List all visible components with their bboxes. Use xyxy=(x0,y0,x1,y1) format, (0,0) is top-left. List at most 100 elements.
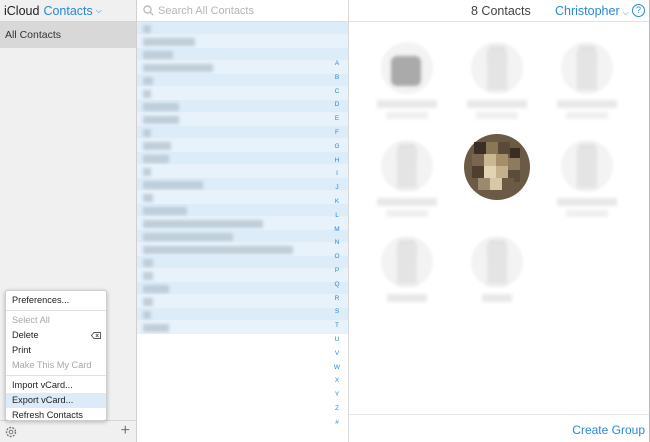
list-item[interactable] xyxy=(137,113,348,126)
avatar-photo-icon xyxy=(464,134,530,200)
index-letter[interactable]: U xyxy=(330,333,344,347)
list-item[interactable] xyxy=(137,61,348,74)
index-letter[interactable]: V xyxy=(330,347,344,361)
person-icon xyxy=(577,148,597,188)
list-item[interactable] xyxy=(137,100,348,113)
list-item[interactable] xyxy=(137,204,348,217)
apple-icon xyxy=(391,56,421,86)
menu-item-delete[interactable]: Delete xyxy=(6,328,106,343)
contact-card[interactable] xyxy=(374,42,440,124)
account-name: Christopher xyxy=(555,4,620,18)
menu-item-refresh-contacts[interactable]: Refresh Contacts xyxy=(6,408,106,423)
contact-list-pane: Search All Contacts A B C D E F G H I J … xyxy=(137,0,349,442)
menu-item-make-my-card: Make This My Card xyxy=(12,360,92,370)
settings-menu: Preferences... Select All Delete Print M… xyxy=(5,290,107,421)
search-field[interactable]: Search All Contacts xyxy=(137,0,348,22)
index-letter[interactable]: W xyxy=(330,361,344,375)
menu-item-print[interactable]: Print xyxy=(6,343,106,358)
index-letter[interactable]: R xyxy=(330,292,344,306)
list-item[interactable] xyxy=(137,217,348,230)
list-item[interactable] xyxy=(137,74,348,87)
contact-detail xyxy=(386,112,428,119)
list-item[interactable] xyxy=(137,48,348,61)
gear-icon[interactable] xyxy=(4,425,18,439)
contact-card[interactable] xyxy=(554,140,620,222)
menu-item-select-all: Select All xyxy=(12,315,50,325)
index-letter[interactable]: M xyxy=(330,223,344,237)
contact-card[interactable] xyxy=(374,140,440,222)
index-letter[interactable]: A xyxy=(330,57,344,71)
index-letter[interactable]: C xyxy=(330,85,344,99)
create-group-button[interactable]: Create Group xyxy=(572,423,645,437)
contact-card[interactable] xyxy=(554,42,620,124)
list-item[interactable] xyxy=(137,295,348,308)
chevron-down-icon[interactable]: ⌵ xyxy=(96,6,102,16)
index-letter[interactable]: N xyxy=(330,236,344,250)
menu-item-preferences[interactable]: Preferences... xyxy=(6,293,106,308)
contact-card[interactable] xyxy=(374,236,440,318)
list-item[interactable] xyxy=(137,139,348,152)
person-icon xyxy=(577,50,597,90)
chevron-down-icon: ⌵ xyxy=(622,8,629,17)
contact-detail xyxy=(566,210,608,217)
index-letter[interactable]: X xyxy=(330,374,344,388)
index-letter[interactable]: Q xyxy=(330,278,344,292)
person-icon xyxy=(487,244,507,284)
contact-card[interactable] xyxy=(464,134,530,216)
list-item[interactable] xyxy=(137,191,348,204)
contact-card[interactable] xyxy=(464,42,530,124)
help-button[interactable]: ? xyxy=(632,4,645,17)
contact-name xyxy=(557,198,617,206)
contact-name xyxy=(482,294,512,302)
list-item[interactable] xyxy=(137,126,348,139)
search-icon xyxy=(143,5,154,16)
contact-name xyxy=(377,198,437,206)
list-item[interactable] xyxy=(137,165,348,178)
index-letter[interactable]: E xyxy=(330,112,344,126)
index-letter[interactable]: T xyxy=(330,319,344,333)
contact-card[interactable] xyxy=(464,236,530,318)
contact-detail xyxy=(476,112,518,119)
index-letter[interactable]: K xyxy=(330,195,344,209)
main-header: 8 Contacts Christopher ⌵ ? xyxy=(349,0,649,22)
index-letter[interactable]: Y xyxy=(330,388,344,402)
index-letter[interactable]: # xyxy=(330,416,344,430)
index-letter[interactable]: P xyxy=(330,264,344,278)
add-contact-button[interactable]: + xyxy=(121,423,130,439)
index-letter[interactable]: G xyxy=(330,140,344,154)
index-letter[interactable]: Z xyxy=(330,402,344,416)
index-letter[interactable]: I xyxy=(330,167,344,181)
index-letter[interactable]: J xyxy=(330,181,344,195)
sidebar-item-all-contacts[interactable]: All Contacts xyxy=(0,22,136,48)
index-letter[interactable]: F xyxy=(330,126,344,140)
menu-item-export-vcard[interactable]: Export vCard... xyxy=(6,393,106,408)
contact-detail xyxy=(566,112,608,119)
index-letter[interactable]: O xyxy=(330,250,344,264)
list-item[interactable] xyxy=(137,243,348,256)
sidebar-footer: + xyxy=(0,420,136,442)
index-letter[interactable]: S xyxy=(330,305,344,319)
list-item[interactable] xyxy=(137,308,348,321)
icloud-brand: iCloud xyxy=(4,3,40,18)
menu-divider xyxy=(6,310,106,311)
main-pane: 8 Contacts Christopher ⌵ ? Create Group xyxy=(349,0,649,442)
index-letter[interactable]: H xyxy=(330,154,344,168)
list-item[interactable] xyxy=(137,35,348,48)
list-item[interactable] xyxy=(137,282,348,295)
list-item[interactable] xyxy=(137,152,348,165)
app-switcher[interactable]: Contacts xyxy=(43,4,92,18)
list-item[interactable] xyxy=(137,22,348,35)
list-item[interactable] xyxy=(137,87,348,100)
list-item[interactable] xyxy=(137,321,348,334)
list-item[interactable] xyxy=(137,269,348,282)
contact-detail xyxy=(386,210,428,217)
index-letter[interactable]: L xyxy=(330,209,344,223)
account-menu[interactable]: Christopher ⌵ xyxy=(555,4,629,18)
list-item[interactable] xyxy=(137,178,348,191)
index-letter[interactable]: B xyxy=(330,71,344,85)
list-item[interactable] xyxy=(137,256,348,269)
menu-item-import-vcard[interactable]: Import vCard... xyxy=(6,378,106,393)
list-item[interactable] xyxy=(137,230,348,243)
search-placeholder: Search All Contacts xyxy=(158,4,254,17)
index-letter[interactable]: D xyxy=(330,98,344,112)
